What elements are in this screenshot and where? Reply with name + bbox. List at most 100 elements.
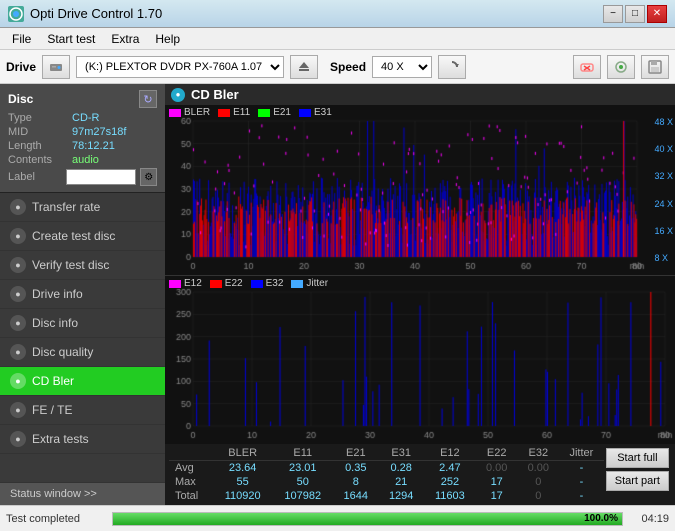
sidebar-item-disc-quality[interactable]: ● Disc quality <box>0 338 165 367</box>
status-text: Test completed <box>6 513 106 525</box>
sidebar-item-fe-te[interactable]: ● FE / TE <box>0 396 165 425</box>
disc-label-input[interactable] <box>66 169 136 185</box>
menu-help[interactable]: Help <box>147 30 188 48</box>
disc-mid-label: MID <box>8 126 68 138</box>
top-legend: BLER E11 E21 E31 <box>165 105 336 120</box>
avg-e22: 0.00 <box>476 461 518 476</box>
drive-select[interactable]: (K:) PLEXTOR DVDR PX-760A 1.07 <box>76 56 284 78</box>
avg-e32: 0.00 <box>517 461 559 476</box>
eject-button[interactable] <box>290 55 318 79</box>
sidebar-item-label: Verify test disc <box>32 258 109 272</box>
stats-table: BLER E11 E21 E31 E12 E22 E32 Jitter Avg … <box>169 446 604 503</box>
legend-e32: E32 <box>251 278 284 289</box>
app-title: Opti Drive Control 1.70 <box>30 6 162 21</box>
e31-color <box>299 109 311 117</box>
sidebar-item-verify-test-disc[interactable]: ● Verify test disc <box>0 251 165 280</box>
sidebar: Disc ↻ Type CD-R MID 97m27s18f Length 78… <box>0 84 165 505</box>
sidebar-item-label: Disc info <box>32 316 78 330</box>
start-part-button[interactable]: Start part <box>606 471 669 491</box>
bottom-chart-canvas <box>165 276 675 444</box>
save-button[interactable] <box>641 55 669 79</box>
menu-start-test[interactable]: Start test <box>39 30 103 48</box>
avg-e11: 23.01 <box>272 461 333 476</box>
e32-color <box>251 280 263 288</box>
max-e32: 0 <box>517 475 559 489</box>
disc-contents-label: Contents <box>8 154 68 166</box>
legend-e11: E11 <box>218 107 250 118</box>
speed-label: Speed <box>330 60 366 74</box>
disc-info-icon: ● <box>10 315 26 331</box>
col-bler: BLER <box>213 446 273 461</box>
avg-bler: 23.64 <box>213 461 273 476</box>
refresh-button[interactable] <box>438 55 466 79</box>
sidebar-nav: ● Transfer rate ● Create test disc ● Ver… <box>0 193 165 482</box>
sidebar-item-create-test-disc[interactable]: ● Create test disc <box>0 222 165 251</box>
menu-extra[interactable]: Extra <box>103 30 147 48</box>
title-bar: Opti Drive Control 1.70 − □ ✕ <box>0 0 675 28</box>
total-bler: 110920 <box>213 489 273 503</box>
drive-label: Drive <box>6 60 36 74</box>
minimize-button[interactable]: − <box>603 5 623 23</box>
erase-button[interactable] <box>573 55 601 79</box>
sidebar-item-label: Drive info <box>32 287 83 301</box>
extra-tests-icon: ● <box>10 431 26 447</box>
total-e32: 0 <box>517 489 559 503</box>
close-button[interactable]: ✕ <box>647 5 667 23</box>
col-e32: E32 <box>517 446 559 461</box>
max-jitter: - <box>559 475 604 489</box>
speed-select[interactable]: 40 X <box>372 56 432 78</box>
fe-te-icon: ● <box>10 402 26 418</box>
disc-quality-icon: ● <box>10 344 26 360</box>
e12-color <box>169 280 181 288</box>
status-window-button[interactable]: Status window >> <box>0 482 165 505</box>
disc-label-button[interactable]: ⚙ <box>140 168 157 186</box>
sidebar-item-transfer-rate[interactable]: ● Transfer rate <box>0 193 165 222</box>
avg-jitter: - <box>559 461 604 476</box>
sidebar-item-cd-bler[interactable]: ● CD Bler <box>0 367 165 396</box>
disc-label-label: Label <box>8 171 62 183</box>
chart-title: CD Bler <box>191 87 239 102</box>
sidebar-item-label: Create test disc <box>32 229 115 243</box>
legend-e21: E21 <box>258 107 291 118</box>
col-jitter: Jitter <box>559 446 604 461</box>
axis-label-8x: 8 X <box>654 253 673 263</box>
drive-bar: Drive (K:) PLEXTOR DVDR PX-760A 1.07 Spe… <box>0 50 675 84</box>
top-chart-canvas <box>165 105 675 275</box>
start-full-button[interactable]: Start full <box>606 448 669 468</box>
stats-row-max: Max 55 50 8 21 252 17 0 - <box>169 475 604 489</box>
sidebar-item-label: FE / TE <box>32 403 72 417</box>
progress-text: 100.0% <box>584 513 618 525</box>
total-e31: 1294 <box>378 489 423 503</box>
progress-bar-fill <box>113 513 622 525</box>
sidebar-item-label: Disc quality <box>32 345 93 359</box>
menu-file[interactable]: File <box>4 30 39 48</box>
total-e22: 17 <box>476 489 518 503</box>
legend-e22: E22 <box>210 278 243 289</box>
disc-length-value: 78:12.21 <box>72 140 115 152</box>
col-e11: E11 <box>272 446 333 461</box>
stats-row-total: Total 110920 107982 1644 1294 11603 17 0… <box>169 489 604 503</box>
max-e22: 17 <box>476 475 518 489</box>
drive-icon-button[interactable] <box>42 55 70 79</box>
total-e21: 1644 <box>333 489 378 503</box>
disc-header-text: Disc <box>8 92 33 106</box>
status-bar: Test completed 100.0% 04:19 <box>0 505 675 531</box>
chart-area: ● CD Bler BLER E11 E21 <box>165 84 675 505</box>
time-text: 04:19 <box>629 513 669 525</box>
disc-type-label: Type <box>8 112 68 124</box>
top-right-axis: 48 X 40 X 32 X 24 X 16 X 8 X <box>654 117 673 263</box>
cd-bler-icon: ● <box>10 373 26 389</box>
axis-label-32x: 32 X <box>654 171 673 181</box>
col-e12: E12 <box>424 446 476 461</box>
sidebar-item-disc-info[interactable]: ● Disc info <box>0 309 165 338</box>
e11-color <box>218 109 230 117</box>
title-controls: − □ ✕ <box>603 5 667 23</box>
maximize-button[interactable]: □ <box>625 5 645 23</box>
sidebar-item-extra-tests[interactable]: ● Extra tests <box>0 425 165 454</box>
write-button[interactable] <box>607 55 635 79</box>
bottom-legend: E12 E22 E32 Jitter <box>165 276 332 291</box>
disc-contents-value: audio <box>72 154 99 166</box>
disc-refresh-button[interactable]: ↻ <box>139 90 157 108</box>
total-e11: 107982 <box>272 489 333 503</box>
sidebar-item-drive-info[interactable]: ● Drive info <box>0 280 165 309</box>
